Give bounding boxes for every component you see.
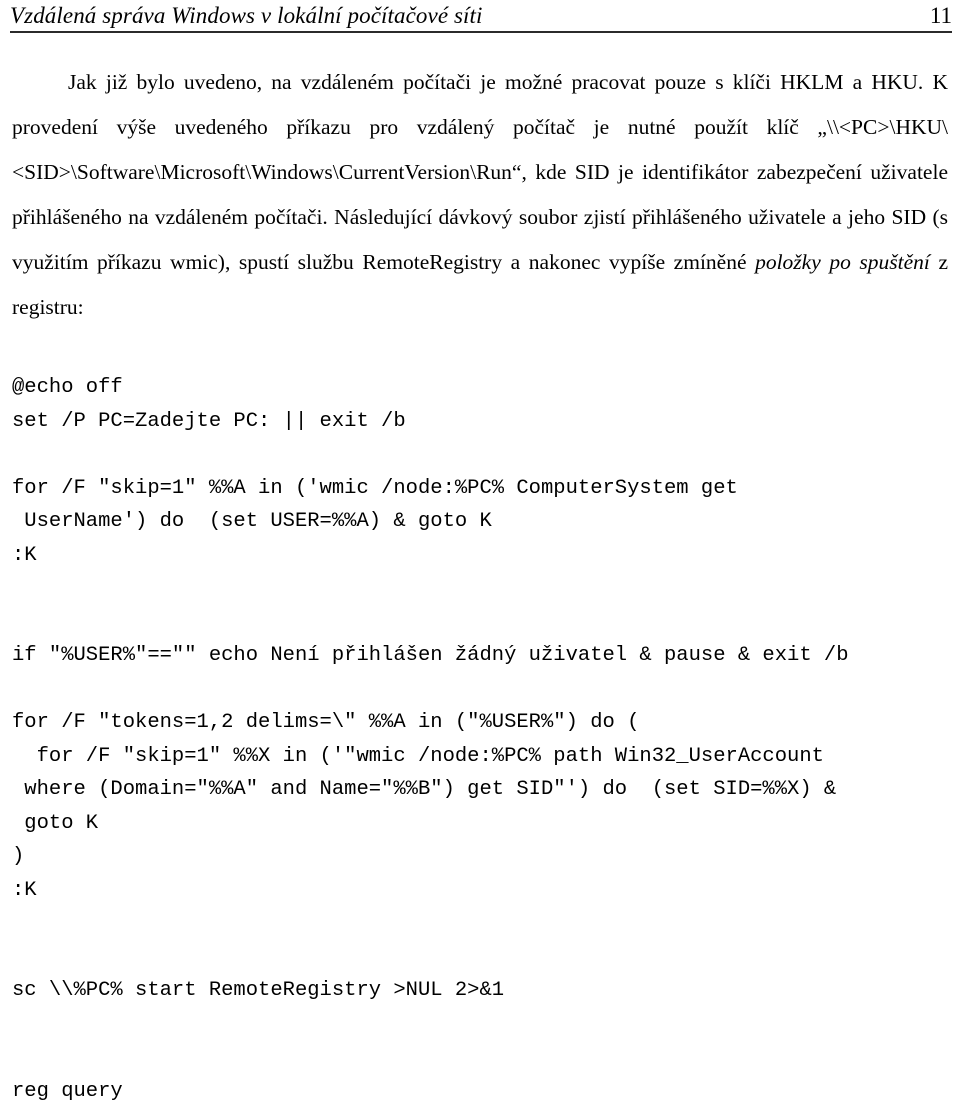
code-line: \\%PC%\HKU\%SID%\Software\Microsoft\Wind… — [12, 1108, 952, 1113]
code-line — [12, 606, 952, 640]
code-line: @echo off — [12, 371, 952, 405]
code-line-text: for /F "skip=1" %%A in ('wmic /node:%PC%… — [12, 476, 738, 500]
code-line: if "%USER%"=="" echo Není přihlášen žádn… — [12, 639, 952, 673]
code-line-text: for /F "skip=1" %%X in ('"wmic /node:%PC… — [12, 744, 824, 768]
code-line: :K — [12, 874, 952, 908]
code-line — [12, 1008, 952, 1042]
code-line-text: :K — [12, 543, 37, 567]
paragraph-1: Jak již bylo uvedeno, na vzdáleném počít… — [12, 60, 948, 330]
code-line — [12, 572, 952, 606]
code-line: for /F "skip=1" %%X in ('"wmic /node:%PC… — [12, 740, 952, 774]
code-line: :K — [12, 539, 952, 573]
code-line: sc \\%PC% start RemoteRegistry >NUL 2>&1 — [12, 974, 952, 1008]
code-line: set /P PC=Zadejte PC: || exit /b — [12, 405, 952, 439]
code-listing: @echo off set /P PC=Zadejte PC: || exit /… — [12, 371, 952, 1113]
code-line — [12, 438, 952, 472]
code-line: for /F "skip=1" %%A in ('wmic /node:%PC%… — [12, 472, 952, 506]
code-line — [12, 941, 952, 975]
code-line-text: @echo off — [12, 376, 123, 399]
paragraph-1-main: Jak již bylo uvedeno, na vzdáleném počít… — [12, 70, 948, 274]
code-line-text: reg query — [12, 1079, 123, 1103]
running-header: Vzdálená správa Windows v lokální počíta… — [10, 2, 952, 29]
code-line-text: UserName') do (set USER=%%A) & goto K — [12, 510, 492, 533]
body-text: Jak již bylo uvedeno, na vzdáleném počít… — [12, 60, 948, 330]
code-line — [12, 1041, 952, 1075]
code-line-text: ) — [12, 845, 25, 868]
code-line-text: for /F "tokens=1,2 delims=\" %%A in ("%U… — [12, 711, 640, 734]
code-line: reg query — [12, 1075, 952, 1109]
code-line: where (Domain="%%A" and Name="%%B") get … — [12, 773, 952, 807]
page-number: 11 — [929, 3, 952, 28]
code-line-text: if "%USER%"=="" echo Není přihlášen žádn… — [12, 644, 849, 667]
code-line-text: sc \\%PC% start RemoteRegistry >NUL 2>&1 — [12, 979, 505, 1002]
code-line: for /F "tokens=1,2 delims=\" %%A in ("%U… — [12, 706, 952, 740]
code-line: UserName') do (set USER=%%A) & goto K — [12, 505, 952, 539]
code-line-text: where (Domain="%%A" and Name="%%B") get … — [12, 778, 837, 801]
code-line-text: :K — [12, 878, 37, 902]
code-line: goto K — [12, 807, 952, 841]
paragraph-1-emphasis: položky po spuštění — [755, 250, 930, 274]
code-line — [12, 673, 952, 707]
code-line-text: set /P PC=Zadejte PC: || exit /b — [12, 409, 406, 433]
header-title: Vzdálená správa Windows v lokální počíta… — [10, 3, 483, 28]
code-line: ) — [12, 840, 952, 874]
header-divider — [10, 31, 952, 33]
document-page: Vzdálená správa Windows v lokální počíta… — [0, 0, 960, 1113]
code-line-text: goto K — [12, 811, 99, 835]
code-line — [12, 907, 952, 941]
